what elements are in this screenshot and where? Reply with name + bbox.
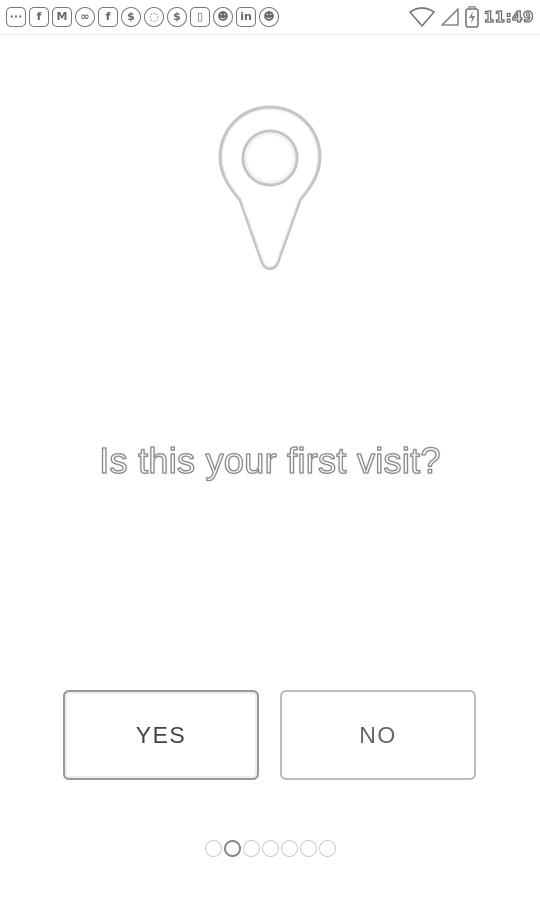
infinity-icon: ∞ [75,7,95,27]
facebook-icon: f [98,7,118,27]
question-text: Is this your first visit? [99,439,442,481]
money-bag-icon: $ [121,7,141,27]
game-icon: ☻ [259,7,279,27]
no-button[interactable]: NO [280,690,476,780]
clock: 11:49 [483,7,534,26]
battery-charging-icon [464,6,479,28]
location-pin-icon [217,104,323,272]
wifi-icon [408,7,435,27]
facebook-icon: f [29,7,49,27]
page-dot [261,840,279,857]
system-icons: 11:49 [408,6,534,28]
linkedin-icon: in [236,7,256,27]
yes-button-label: YES [135,721,187,748]
status-bar: ··· f M ∞ f $ ◌ $ ▯ ☻ in ☻ 11:49 [0,0,540,34]
signal-icon [440,7,460,27]
page-dot [223,840,241,857]
whatsapp-icon: ◌ [144,7,164,27]
yes-button[interactable]: YES [63,690,259,780]
status-bar-divider [0,34,540,35]
page-dot [318,840,336,857]
page-dot [299,840,317,857]
page-indicator [0,840,540,857]
page-dot [242,840,260,857]
gmail-icon: M [52,7,72,27]
sim-card-icon: ▯ [190,7,210,27]
page-dot [280,840,298,857]
messages-icon: ··· [6,7,26,27]
game-icon: ☻ [213,7,233,27]
page-dot [204,840,222,857]
notification-icons: ··· f M ∞ f $ ◌ $ ▯ ☻ in ☻ [6,7,279,27]
money-bag-icon: $ [167,7,187,27]
no-button-label: NO [359,721,397,748]
